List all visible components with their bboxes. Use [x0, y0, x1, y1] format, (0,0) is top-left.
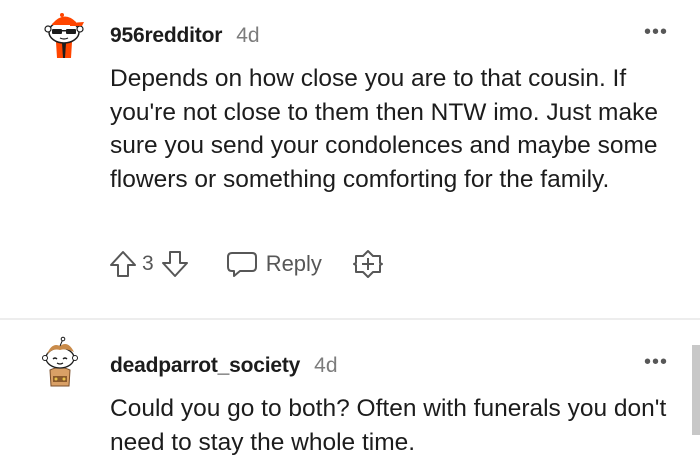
reply-bubble-icon — [226, 252, 257, 277]
scrollbar[interactable] — [692, 345, 700, 435]
snoo-avatar-sunglasses-icon[interactable] — [40, 8, 88, 60]
comment: 956redditor 4d ••• Depends on how close … — [0, 0, 700, 318]
snoo-avatar-explorer-icon[interactable] — [36, 336, 84, 388]
vote-count: 3 — [142, 252, 154, 275]
reply-button[interactable]: Reply — [226, 249, 322, 279]
award-icon[interactable] — [352, 248, 384, 280]
upvote-icon[interactable] — [108, 249, 138, 279]
comment-meta: deadparrot_society 4d — [110, 354, 338, 378]
timestamp: 4d — [314, 354, 338, 377]
downvote-icon[interactable] — [160, 249, 190, 279]
username[interactable]: 956redditor — [110, 24, 222, 48]
comment-meta: 956redditor 4d — [110, 24, 260, 48]
more-options-icon[interactable]: ••• — [644, 352, 668, 372]
comments-view: 956redditor 4d ••• Depends on how close … — [0, 0, 700, 469]
reply-label: Reply — [265, 251, 322, 276]
comment-divider — [0, 318, 700, 320]
comment-actions: 3 Reply — [108, 246, 384, 282]
comment-body: Could you go to both? Often with funeral… — [110, 395, 667, 456]
more-options-icon[interactable]: ••• — [644, 22, 668, 42]
username[interactable]: deadparrot_society — [110, 354, 300, 378]
timestamp: 4d — [236, 24, 260, 47]
comment-body: Depends on how close you are to that cou… — [110, 65, 658, 193]
